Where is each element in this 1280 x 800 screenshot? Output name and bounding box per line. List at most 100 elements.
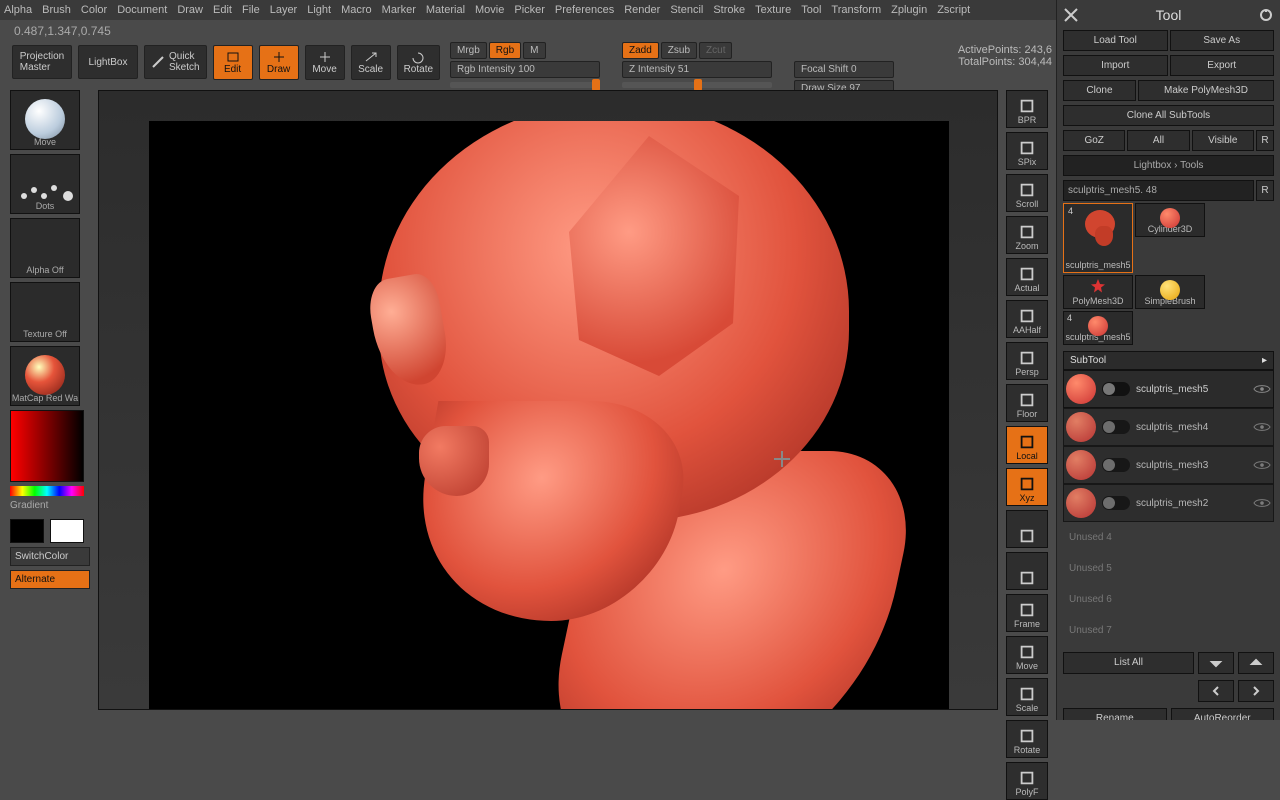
menu-marker[interactable]: Marker: [382, 4, 416, 16]
alpha-thumbnail[interactable]: Alpha Off: [10, 218, 80, 278]
AAHalf-button[interactable]: AAHalf: [1006, 300, 1048, 338]
move-up-button[interactable]: [1198, 652, 1234, 674]
menu-color[interactable]: Color: [81, 4, 107, 16]
goz-button[interactable]: GoZ: [1063, 130, 1125, 151]
menu-texture[interactable]: Texture: [755, 4, 791, 16]
menu-document[interactable]: Document: [117, 4, 167, 16]
menu-light[interactable]: Light: [307, 4, 331, 16]
subtool-visibility-toggle[interactable]: [1102, 496, 1130, 510]
tool-button[interactable]: [1006, 510, 1048, 548]
subtool-sculptris_mesh4[interactable]: sculptris_mesh4: [1063, 408, 1274, 446]
z-intensity-slider[interactable]: [622, 82, 772, 88]
clone-button[interactable]: Clone: [1063, 80, 1136, 101]
tool-r-button[interactable]: R: [1256, 180, 1274, 201]
rotate-mode-button[interactable]: Rotate: [397, 45, 440, 80]
menu-render[interactable]: Render: [624, 4, 660, 16]
tool-item-sculptris-mesh5[interactable]: 4 sculptris_mesh5: [1063, 203, 1133, 273]
clone-all-subtools-button[interactable]: Clone All SubTools: [1063, 105, 1274, 126]
menu-zscript[interactable]: Zscript: [937, 4, 970, 16]
Floor-button[interactable]: Floor: [1006, 384, 1048, 422]
save-as-button[interactable]: Save As: [1170, 30, 1275, 51]
menu-stroke[interactable]: Stroke: [713, 4, 745, 16]
load-tool-button[interactable]: Load Tool: [1063, 30, 1168, 51]
auto-reorder-button[interactable]: AutoReorder: [1171, 708, 1275, 720]
focal-shift-label[interactable]: Focal Shift 0: [794, 61, 894, 78]
Actual-button[interactable]: Actual: [1006, 258, 1048, 296]
menu-material[interactable]: Material: [426, 4, 465, 16]
move-down-button[interactable]: [1238, 652, 1274, 674]
projection-master-button[interactable]: Projection Master: [12, 45, 72, 79]
eye-icon[interactable]: [1253, 421, 1271, 433]
tool-item-simplebrush[interactable]: SimpleBrush: [1135, 275, 1205, 309]
Move-button[interactable]: Move: [1006, 636, 1048, 674]
goz-r-button[interactable]: R: [1256, 130, 1274, 151]
rgb-toggle[interactable]: Rgb: [489, 42, 521, 59]
current-tool-name[interactable]: sculptris_mesh5. 48: [1063, 180, 1254, 201]
brush-thumbnail[interactable]: Move: [10, 90, 80, 150]
viewport[interactable]: [98, 90, 998, 710]
Xyz-button[interactable]: Xyz: [1006, 468, 1048, 506]
move-mode-button[interactable]: Move: [305, 45, 345, 80]
menu-preferences[interactable]: Preferences: [555, 4, 614, 16]
goz-visible-button[interactable]: Visible: [1192, 130, 1254, 151]
Rotate-button[interactable]: Rotate: [1006, 720, 1048, 758]
tool-item-cylinder3d[interactable]: Cylinder3D: [1135, 203, 1205, 237]
subtool-sculptris_mesh5[interactable]: sculptris_mesh5: [1063, 370, 1274, 408]
swatch-white[interactable]: [50, 519, 84, 543]
eye-icon[interactable]: [1253, 497, 1271, 509]
zsub-toggle[interactable]: Zsub: [661, 42, 697, 59]
subtool-visibility-toggle[interactable]: [1102, 420, 1130, 434]
menu-picker[interactable]: Picker: [514, 4, 545, 16]
menu-movie[interactable]: Movie: [475, 4, 504, 16]
tool-button[interactable]: [1006, 552, 1048, 590]
switch-color-button[interactable]: SwitchColor: [10, 547, 90, 566]
Zoom-button[interactable]: Zoom: [1006, 216, 1048, 254]
menu-brush[interactable]: Brush: [42, 4, 71, 16]
menu-file[interactable]: File: [242, 4, 260, 16]
stroke-thumbnail[interactable]: Dots: [10, 154, 80, 214]
prev-button[interactable]: [1198, 680, 1234, 702]
rgb-intensity-label[interactable]: Rgb Intensity 100: [450, 61, 600, 78]
subtool-visibility-toggle[interactable]: [1102, 382, 1130, 396]
next-button[interactable]: [1238, 680, 1274, 702]
lightbox-button[interactable]: LightBox: [78, 45, 138, 79]
tool-item-sculptris-mesh5b[interactable]: 4 sculptris_mesh5: [1063, 311, 1133, 345]
menu-zplugin[interactable]: Zplugin: [891, 4, 927, 16]
m-toggle[interactable]: M: [523, 42, 545, 59]
menu-transform[interactable]: Transform: [831, 4, 881, 16]
mrgb-toggle[interactable]: Mrgb: [450, 42, 487, 59]
subtool-visibility-toggle[interactable]: [1102, 458, 1130, 472]
make-polymesh-button[interactable]: Make PolyMesh3D: [1138, 80, 1274, 101]
document-area[interactable]: [149, 121, 949, 710]
quick-sketch-button[interactable]: Quick Sketch: [144, 45, 207, 79]
eye-icon[interactable]: [1253, 459, 1271, 471]
export-button[interactable]: Export: [1170, 55, 1275, 76]
menu-macro[interactable]: Macro: [341, 4, 372, 16]
PolyF-button[interactable]: PolyF: [1006, 762, 1048, 800]
rgb-intensity-slider[interactable]: [450, 82, 600, 88]
zcut-toggle[interactable]: Zcut: [699, 42, 732, 59]
SPix-button[interactable]: SPix: [1006, 132, 1048, 170]
alternate-button[interactable]: Alternate: [10, 570, 90, 589]
subtool-header[interactable]: SubTool▸: [1063, 351, 1274, 370]
collapse-icon[interactable]: [1063, 7, 1079, 23]
material-thumbnail[interactable]: MatCap Red Wa: [10, 346, 80, 406]
import-button[interactable]: Import: [1063, 55, 1168, 76]
list-all-button[interactable]: List All: [1063, 652, 1194, 674]
menu-alpha[interactable]: Alpha: [4, 4, 32, 16]
swatch-black[interactable]: [10, 519, 44, 543]
subtool-sculptris_mesh3[interactable]: sculptris_mesh3: [1063, 446, 1274, 484]
Local-button[interactable]: Local: [1006, 426, 1048, 464]
Persp-button[interactable]: Persp: [1006, 342, 1048, 380]
draw-mode-button[interactable]: Draw: [259, 45, 299, 80]
color-picker[interactable]: [10, 410, 84, 482]
goz-all-button[interactable]: All: [1127, 130, 1189, 151]
zadd-toggle[interactable]: Zadd: [622, 42, 659, 59]
hue-bar[interactable]: [10, 486, 84, 496]
z-intensity-label[interactable]: Z Intensity 51: [622, 61, 772, 78]
menu-draw[interactable]: Draw: [177, 4, 203, 16]
menu-layer[interactable]: Layer: [270, 4, 298, 16]
rename-button[interactable]: Rename: [1063, 708, 1167, 720]
tool-item-polymesh3d[interactable]: PolyMesh3D: [1063, 275, 1133, 309]
menu-stencil[interactable]: Stencil: [670, 4, 703, 16]
